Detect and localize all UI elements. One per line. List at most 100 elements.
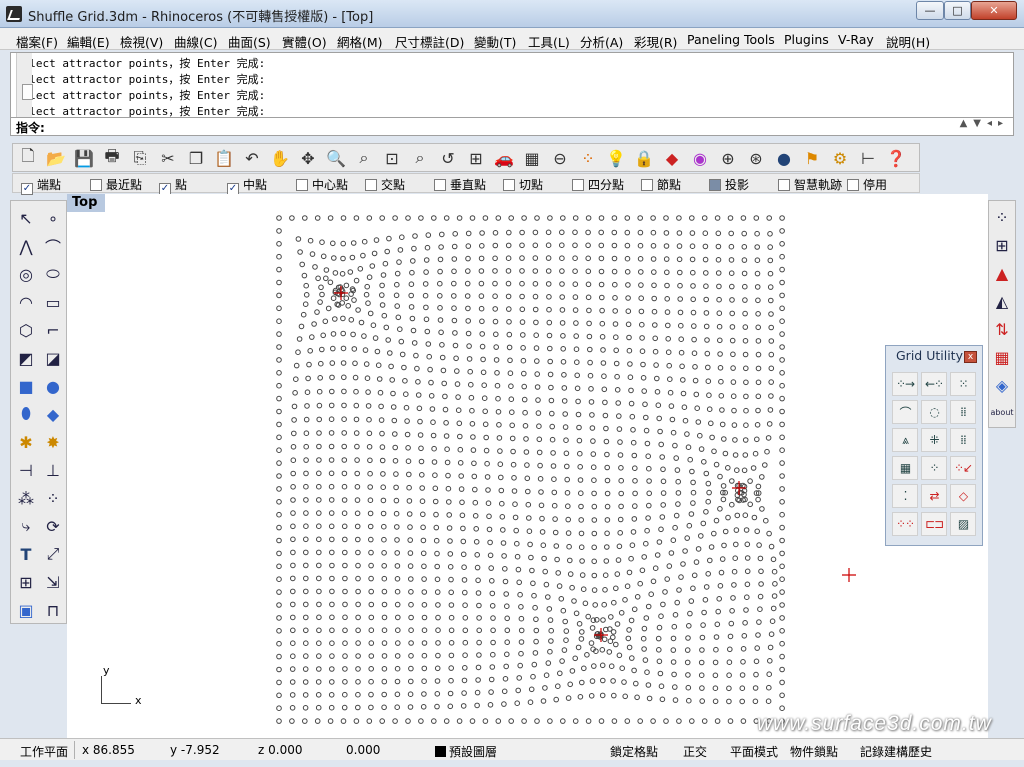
grid-point[interactable] <box>755 407 761 414</box>
grid-point[interactable] <box>478 255 485 262</box>
grid-point[interactable] <box>394 563 401 569</box>
grid-point[interactable] <box>388 363 394 370</box>
grid-point[interactable] <box>484 460 490 467</box>
osnap-quad[interactable]: 四分點 <box>572 176 624 193</box>
grid-point[interactable] <box>672 612 679 618</box>
grid-point[interactable] <box>355 588 361 595</box>
grid-point[interactable] <box>679 363 685 370</box>
top-viewport[interactable]: Top y x www.surface3d.com.tw <box>67 194 991 738</box>
menu-help[interactable]: 說明(H) <box>886 32 930 51</box>
grid-point[interactable] <box>591 530 598 537</box>
grid-point[interactable] <box>457 433 463 440</box>
grid-point[interactable] <box>432 472 438 479</box>
grid-point[interactable] <box>547 718 553 724</box>
grid-point[interactable] <box>616 413 622 419</box>
grid-point[interactable] <box>538 502 545 509</box>
grid-point[interactable] <box>410 327 417 334</box>
grid-point[interactable] <box>456 215 463 221</box>
grid-point[interactable] <box>755 365 762 372</box>
offset-icon[interactable]: ⤷ <box>13 513 39 539</box>
grid-point[interactable] <box>766 421 773 427</box>
grid-point[interactable] <box>469 718 476 724</box>
grid-point[interactable] <box>608 663 615 670</box>
grid-point[interactable] <box>390 404 397 410</box>
grid-point[interactable] <box>577 477 584 483</box>
grid-point[interactable] <box>698 533 704 539</box>
grid-point[interactable] <box>590 464 597 471</box>
grid-point[interactable] <box>532 242 539 249</box>
grid-point[interactable] <box>534 384 541 390</box>
grid-point[interactable] <box>381 523 387 530</box>
menu-view[interactable]: 檢視(V) <box>120 32 163 51</box>
grid-point[interactable] <box>768 338 775 344</box>
grid-point[interactable] <box>444 459 451 466</box>
grid-point[interactable] <box>582 600 589 607</box>
grid-point[interactable] <box>713 634 720 640</box>
move-icon[interactable]: ⇲ <box>40 569 66 595</box>
grid-point[interactable] <box>733 527 740 533</box>
grid-point[interactable] <box>648 591 655 598</box>
grid-point[interactable] <box>290 653 296 660</box>
grid-point[interactable] <box>474 552 481 558</box>
grid-point[interactable] <box>408 589 414 595</box>
grid-point[interactable] <box>328 430 335 436</box>
grid-point[interactable] <box>406 498 413 504</box>
grid-point[interactable] <box>740 215 747 221</box>
grid-point[interactable] <box>747 478 753 484</box>
grid-point[interactable] <box>576 424 582 431</box>
grid-point[interactable] <box>303 653 309 659</box>
grid-point[interactable] <box>643 414 649 421</box>
grid-point[interactable] <box>691 572 698 579</box>
scrollbar-thumb[interactable] <box>22 84 33 100</box>
grid-point[interactable] <box>664 269 670 276</box>
menu-file[interactable]: 檔案(F) <box>16 32 58 51</box>
grid-point[interactable] <box>470 447 477 453</box>
grid-point[interactable] <box>591 503 598 510</box>
osnap-project[interactable]: 投影 <box>709 176 749 193</box>
grid-point[interactable] <box>276 563 282 570</box>
grid-point[interactable] <box>734 467 740 474</box>
grid-point[interactable] <box>302 679 309 685</box>
grid-point[interactable] <box>585 215 592 221</box>
grid-point[interactable] <box>641 554 648 560</box>
grid-point[interactable] <box>665 336 672 342</box>
grid-point[interactable] <box>451 293 457 299</box>
grid-point[interactable] <box>741 230 748 237</box>
grid-point[interactable] <box>408 678 414 685</box>
grid-point[interactable] <box>779 266 785 273</box>
osnap-tangent[interactable]: 切點 <box>503 176 543 193</box>
grid-point[interactable] <box>522 409 528 416</box>
grid-point[interactable] <box>708 544 715 550</box>
grid-point[interactable] <box>363 291 370 298</box>
grid-point[interactable] <box>342 562 348 569</box>
grid-point[interactable] <box>528 554 534 561</box>
grid-point[interactable] <box>615 400 622 406</box>
grid-point[interactable] <box>779 421 785 428</box>
grid-point[interactable] <box>654 552 661 558</box>
grid-point[interactable] <box>628 400 635 407</box>
grid-point[interactable] <box>720 483 727 489</box>
grid-point[interactable] <box>633 680 639 687</box>
grid-point[interactable] <box>408 576 414 582</box>
grid-point[interactable] <box>779 576 785 583</box>
flag-icon[interactable]: ⚑ <box>800 146 824 170</box>
grid-point[interactable] <box>658 441 665 448</box>
grid-point[interactable] <box>701 609 707 616</box>
grid-point[interactable] <box>475 664 482 671</box>
grid-point[interactable] <box>547 371 554 378</box>
grid-point[interactable] <box>540 542 547 549</box>
grid-point[interactable] <box>290 470 296 477</box>
grid-point[interactable] <box>442 393 448 400</box>
grid-point[interactable] <box>779 460 785 466</box>
grid-point[interactable] <box>767 244 774 250</box>
grid-point[interactable] <box>576 437 583 444</box>
grid-point[interactable] <box>476 652 482 658</box>
grid-point[interactable] <box>692 364 698 370</box>
grid-point[interactable] <box>589 425 596 431</box>
grid-point[interactable] <box>389 377 396 383</box>
grid-point[interactable] <box>499 514 506 520</box>
grid-point[interactable] <box>757 555 764 562</box>
grid-point[interactable] <box>354 457 360 463</box>
grid-point[interactable] <box>305 375 311 382</box>
grid-point[interactable] <box>525 488 531 495</box>
